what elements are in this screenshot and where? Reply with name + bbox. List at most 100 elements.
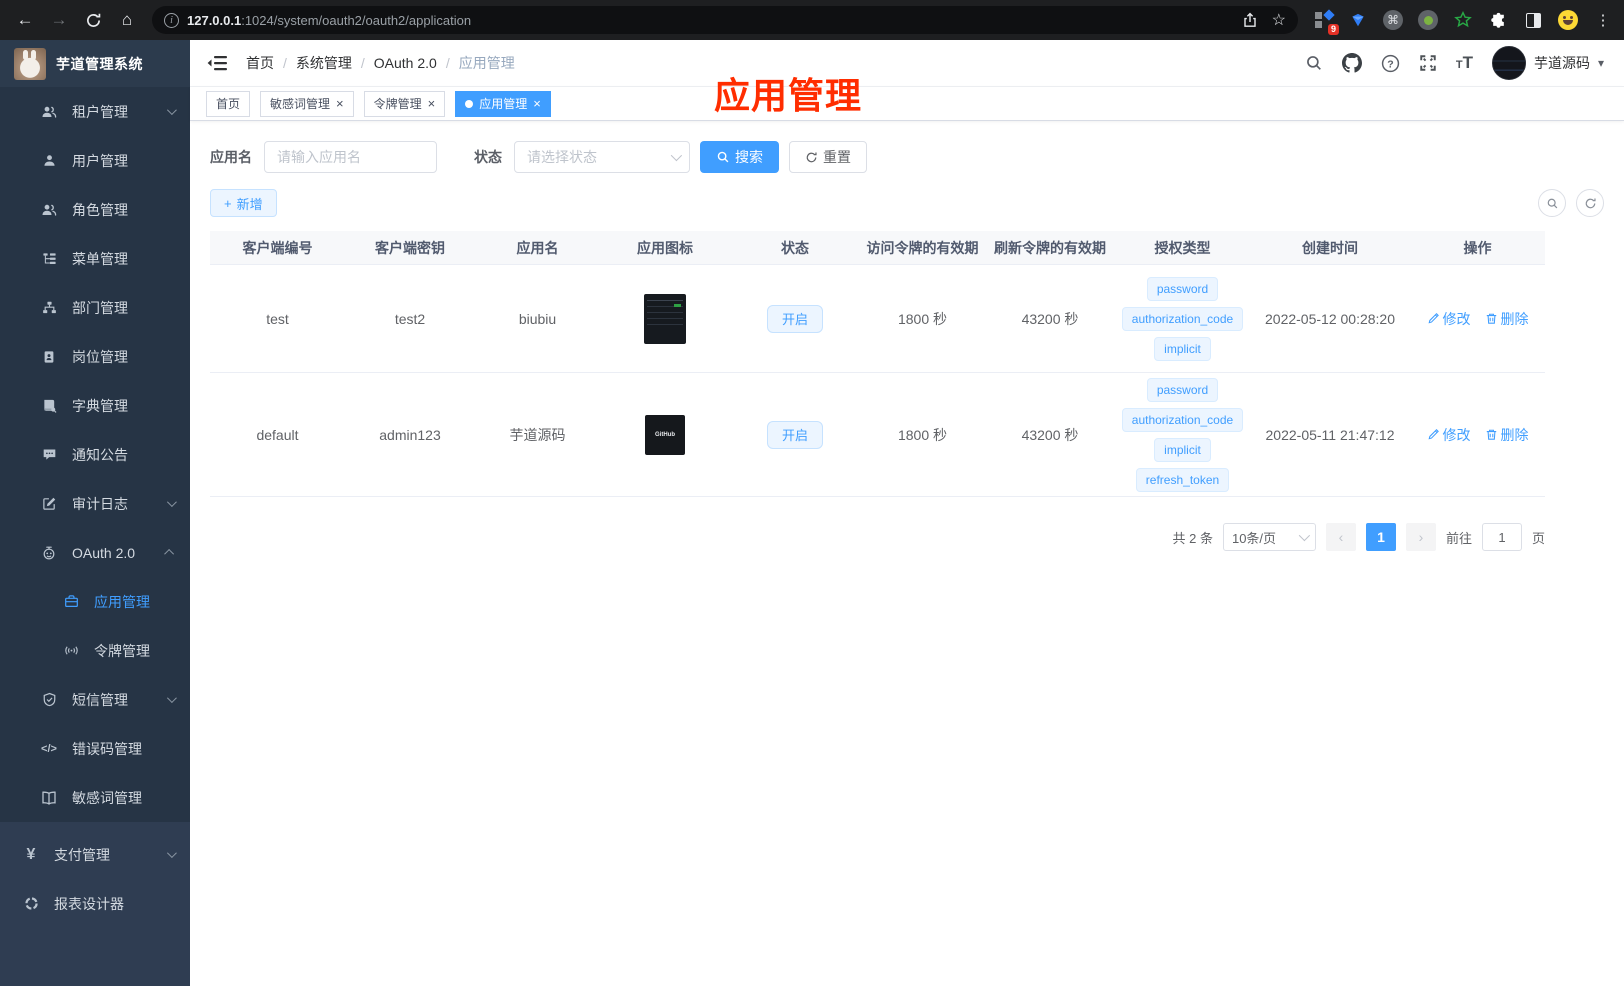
report-wheel-icon	[22, 896, 40, 911]
breadcrumb-home[interactable]: 首页	[246, 53, 274, 73]
cell-app-name: 芋道源码	[509, 426, 566, 443]
prev-page-button[interactable]: ‹	[1325, 523, 1356, 551]
sidebar-collapse-icon[interactable]	[206, 54, 228, 72]
split-view-icon[interactable]	[1522, 9, 1544, 31]
delete-button[interactable]: 删除	[1485, 309, 1529, 329]
sidebar: 芋道管理系统 租户管理 用户管理 角色管理 菜单管理 部门管理 岗位管理 字典管…	[0, 40, 190, 986]
reset-button[interactable]: 重置	[789, 141, 867, 173]
app-name-input[interactable]	[264, 141, 437, 173]
grant-tag: authorization_code	[1121, 407, 1244, 432]
breadcrumb-system[interactable]: 系统管理	[296, 53, 352, 73]
status-badge[interactable]: 开启	[766, 304, 823, 333]
grant-tag: password	[1146, 377, 1219, 402]
sidebar-item-label: 菜单管理	[72, 250, 128, 267]
browser-menu-icon[interactable]: ⋮	[1592, 9, 1614, 31]
breadcrumb-current: 应用管理	[458, 55, 515, 71]
fullscreen-icon[interactable]	[1419, 54, 1437, 72]
sidebar-item-menu-mgmt[interactable]: 菜单管理	[0, 234, 190, 283]
extension-grid-icon[interactable]: 9	[1312, 9, 1339, 35]
tab-sensitive-word[interactable]: 敏感词管理 ×	[260, 90, 354, 117]
sidebar-logo[interactable]: 芋道管理系统	[0, 40, 190, 87]
close-icon[interactable]: ×	[428, 97, 436, 110]
app-title: 芋道管理系统	[56, 55, 143, 72]
toggle-search-button[interactable]	[1538, 189, 1566, 217]
sidebar-item-label: 支付管理	[54, 846, 110, 863]
emoji-extension-icon[interactable]	[1557, 9, 1579, 31]
sidebar-item-payment[interactable]: ¥ 支付管理	[0, 830, 190, 879]
user-menu[interactable]: 芋道源码 ▾	[1491, 46, 1604, 80]
cell-client-id: test	[266, 310, 289, 327]
page-number-button[interactable]: 1	[1365, 523, 1396, 551]
add-button[interactable]: + 新增	[210, 189, 277, 217]
refresh-table-button[interactable]	[1576, 189, 1604, 217]
help-icon[interactable]: ?	[1381, 54, 1400, 73]
status-select[interactable]: 请选择状态	[514, 141, 690, 173]
chevron-down-icon	[166, 693, 177, 704]
sidebar-item-user[interactable]: 用户管理	[0, 136, 190, 185]
sidebar-item-oauth-application[interactable]: 应用管理	[0, 577, 190, 626]
status-badge[interactable]: 开启	[766, 420, 823, 449]
extension-command-icon[interactable]: ⌘	[1382, 9, 1404, 31]
sidebar-item-notice[interactable]: 通知公告	[0, 430, 190, 479]
tags-view-bar: 首页 敏感词管理 × 令牌管理 × 应用管理 ×	[190, 87, 1624, 121]
address-bar[interactable]: i 127.0.0.1:1024/system/oauth2/oauth2/ap…	[152, 6, 1298, 34]
breadcrumb-separator: /	[360, 55, 365, 71]
sidebar-item-label: 用户管理	[72, 152, 128, 169]
browser-reload-icon[interactable]	[78, 5, 108, 35]
cell-app-name: biubiu	[518, 310, 557, 327]
sidebar-item-audit-log[interactable]: 审计日志	[0, 479, 190, 528]
sidebar-item-report-designer[interactable]: 报表设计器	[0, 879, 190, 928]
sidebar-item-oauth[interactable]: OAuth 2.0	[0, 528, 190, 577]
search-button[interactable]: 搜索	[700, 141, 779, 173]
delete-button[interactable]: 删除	[1485, 425, 1529, 445]
sidebar-item-error-code[interactable]: </> 错误码管理	[0, 724, 190, 773]
sidebar-item-dict[interactable]: 字典管理	[0, 381, 190, 430]
extension-record-icon[interactable]	[1417, 9, 1439, 31]
extension-badge: 9	[1327, 24, 1339, 35]
grant-tag: implicit	[1154, 336, 1211, 361]
bookmark-star-icon[interactable]: ☆	[1272, 10, 1286, 30]
tab-application-active[interactable]: 应用管理 ×	[455, 90, 551, 117]
sidebar-item-sensitive-word[interactable]: 敏感词管理	[0, 773, 190, 822]
breadcrumb-oauth[interactable]: OAuth 2.0	[374, 55, 437, 71]
briefcase-icon	[62, 594, 80, 609]
top-navbar: 首页 / 系统管理 / OAuth 2.0 / 应用管理 ? TT 芋道源码 ▾	[190, 40, 1624, 87]
sidebar-item-role[interactable]: 角色管理	[0, 185, 190, 234]
cell-created-at: 2022-05-11 21:47:12	[1265, 426, 1395, 443]
edit-button[interactable]: 修改	[1427, 309, 1471, 329]
browser-forward-icon[interactable]: →	[44, 5, 74, 35]
page-size-select[interactable]: 10条/页	[1222, 523, 1316, 551]
extension-gem-icon[interactable]	[1347, 9, 1369, 31]
caret-down-icon: ▾	[1597, 56, 1604, 70]
tab-token[interactable]: 令牌管理 ×	[363, 90, 446, 117]
close-icon[interactable]: ×	[533, 97, 541, 110]
header-search-icon[interactable]	[1305, 54, 1323, 72]
sidebar-item-dept[interactable]: 部门管理	[0, 283, 190, 332]
site-info-icon[interactable]: i	[164, 12, 179, 28]
browser-toolbar: ← → ⌂ i 127.0.0.1:1024/system/oauth2/oau…	[0, 0, 1624, 40]
sidebar-item-oauth-token[interactable]: 令牌管理	[0, 626, 190, 675]
github-icon[interactable]	[1341, 53, 1362, 73]
browser-home-icon[interactable]: ⌂	[112, 5, 142, 35]
browser-back-icon[interactable]: ←	[10, 5, 40, 35]
grant-tag: implicit	[1154, 437, 1211, 462]
sidebar-item-label: OAuth 2.0	[72, 544, 136, 561]
table-row: default admin123 芋道源码 GitHub 开启 1800 秒 4…	[210, 373, 1545, 497]
tab-home[interactable]: 首页	[206, 90, 251, 117]
breadcrumb-separator: /	[283, 55, 287, 71]
goto-page-input[interactable]	[1481, 523, 1522, 551]
extensions-puzzle-icon[interactable]	[1487, 9, 1509, 31]
grant-tag: password	[1146, 276, 1219, 301]
sidebar-item-tenant[interactable]: 租户管理	[0, 87, 190, 136]
refresh-icon	[806, 151, 817, 162]
share-icon[interactable]	[1242, 12, 1258, 28]
sidebar-item-sms[interactable]: 短信管理	[0, 675, 190, 724]
logo-rabbit-avatar	[14, 47, 46, 80]
extension-star-icon[interactable]	[1452, 9, 1474, 31]
close-icon[interactable]: ×	[336, 97, 344, 110]
font-size-icon[interactable]: TT	[1456, 53, 1473, 73]
cell-client-secret: test2	[394, 310, 426, 327]
sidebar-item-post[interactable]: 岗位管理	[0, 332, 190, 381]
next-page-button[interactable]: ›	[1405, 523, 1436, 551]
edit-button[interactable]: 修改	[1427, 425, 1471, 445]
